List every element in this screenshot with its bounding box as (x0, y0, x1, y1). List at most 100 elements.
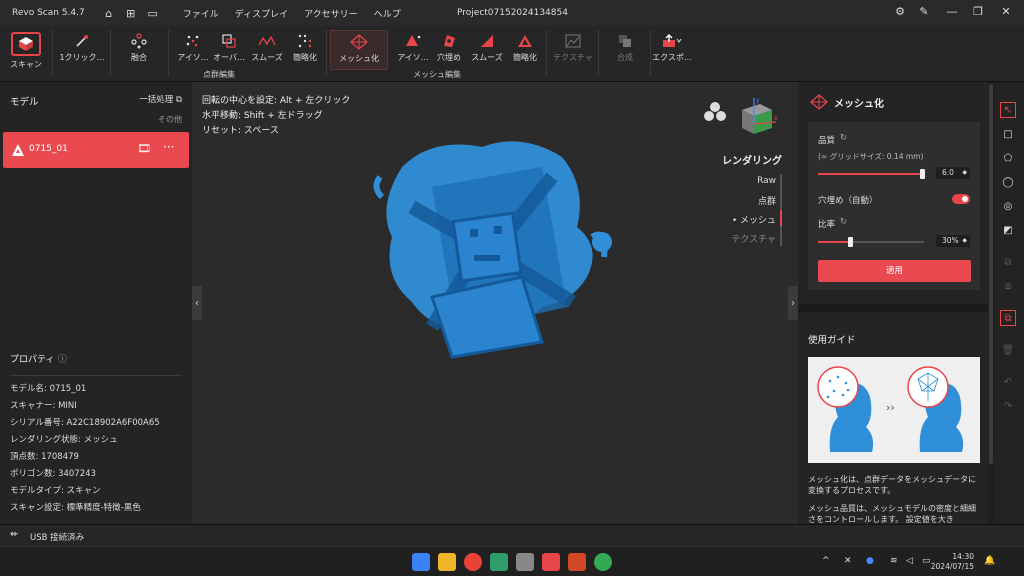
notification-icon[interactable]: 🔔 (984, 556, 995, 566)
edit-tool-strip: ↖ □ ⬠ ◯ ◎ ◩ ⧉ ⧈ ⧉ 🗑 ↶ ↷ (994, 82, 1024, 524)
mesh-panel-title: メッシュ化 (834, 99, 884, 110)
main-toolbar: スキャン 1クリック… 融合 アイソ… オーバ… スムーズ 簡略化 点群編集 メ… (0, 26, 1024, 82)
properties-title: プロパティ (10, 355, 55, 365)
revo-scan-taskbar-icon[interactable] (542, 553, 560, 571)
delete-icon[interactable]: 🗑 (1000, 342, 1016, 358)
home-icon[interactable]: ⌂ (101, 5, 117, 21)
ratio-input[interactable]: 30% ◆ (936, 235, 970, 247)
undo-icon[interactable]: ↶ (1000, 374, 1016, 390)
scan-label: スキャン (10, 60, 42, 69)
minimize-button[interactable]: — (942, 5, 962, 21)
3d-viewport[interactable]: 回転の中心を設定: Alt + 左クリック 水平移動: Shift + 左ドラッ… (192, 82, 798, 524)
tray-x-icon[interactable]: ✕ (844, 556, 852, 566)
other-label: その他 (158, 115, 182, 124)
fill-holes-icon (437, 30, 461, 52)
redo-icon[interactable]: ↷ (1000, 398, 1016, 414)
hole-fill-toggle[interactable] (952, 194, 970, 204)
volume-icon[interactable]: ◁ (906, 556, 913, 566)
copy-icon[interactable]: ⧉ (1000, 254, 1016, 270)
render-pointcloud[interactable]: 点群 (758, 194, 776, 207)
usb-icon: ⇷ (10, 529, 19, 540)
batch-icon: ⧉ (175, 95, 182, 105)
wifi-icon[interactable]: ≋ (890, 556, 898, 566)
menu-accessory[interactable]: アクセサリー (304, 7, 358, 20)
prop-render-state: レンダリング状態: メッシュ (10, 435, 118, 445)
render-title: レンダリング (722, 156, 782, 167)
view-cube-icon[interactable]: y x (732, 94, 780, 142)
apply-button[interactable]: 適用 (818, 260, 971, 282)
render-mesh[interactable]: • メッシュ (732, 213, 776, 226)
new-project-icon[interactable]: ⊞ (123, 5, 139, 21)
texture-button[interactable]: テクスチャ (550, 30, 596, 70)
model-panel-title: モデル (10, 97, 39, 108)
hole-fill-label: 穴埋め（自動） (818, 196, 878, 206)
close-button[interactable]: ✕ (996, 5, 1016, 21)
quality-input[interactable]: 6.0 ◆ (936, 167, 970, 179)
quality-value: 6.0 (942, 168, 954, 177)
mesh-simplify-button[interactable]: 簡略化 (502, 30, 548, 70)
merge-label: 合成 (617, 53, 633, 62)
select-cursor-icon[interactable]: ↖ (1000, 102, 1016, 118)
battery-icon[interactable]: ▭ (922, 556, 931, 566)
render-raw[interactable]: Raw (757, 176, 776, 186)
ratio-slider[interactable] (818, 237, 924, 247)
guide-text-1: メッシュ化は、点群データをメッシュデータに変換するプロセスです。 (808, 475, 976, 495)
export-button[interactable]: エクスポ… (652, 30, 692, 70)
left-collapse-button[interactable]: ‹ (192, 286, 202, 320)
pc-smooth-label: スムーズ (251, 53, 283, 62)
merge-button[interactable]: 合成 (602, 30, 648, 70)
quality-slider[interactable] (818, 169, 925, 179)
polygon-select-icon[interactable]: ⬠ (1000, 150, 1016, 166)
maximize-button[interactable]: ❐ (968, 5, 988, 21)
texture-label: テクスチャ (553, 53, 593, 62)
mesh-simplify-icon (513, 30, 537, 52)
menu-help[interactable]: ヘルプ (374, 7, 401, 20)
menu-display[interactable]: ディスプレイ (235, 7, 288, 20)
file-explorer-icon[interactable] (438, 553, 456, 571)
tray-chevron-icon[interactable]: ^ (822, 556, 830, 566)
start-icon[interactable] (412, 553, 430, 571)
one-click-label: 1クリック… (59, 53, 105, 62)
render-texture[interactable]: テクスチャ (731, 232, 776, 245)
menu-file[interactable]: ファイル (183, 7, 219, 20)
svg-text:x: x (774, 115, 778, 122)
model-frames-icon[interactable]: 🎞 (137, 142, 151, 155)
display-mode-icon[interactable] (700, 100, 730, 124)
brush-select-icon[interactable]: ◎ (1000, 198, 1016, 214)
rect-select-icon[interactable]: □ (1000, 126, 1016, 142)
notes-icon[interactable]: ✎ (914, 5, 934, 21)
prop-scan-settings: スキャン設定: 標準精度-特徴-黒色 (10, 503, 141, 513)
ratio-reset-icon[interactable]: ↻ (840, 217, 847, 227)
model-more-icon[interactable]: ··· (163, 140, 174, 154)
windows-taskbar: ^ ✕ ● ≋ ◁ ▭ 14:30 2024/07/15 🔔 (0, 546, 1024, 576)
smooth-icon (255, 30, 279, 52)
chrome-icon[interactable] (464, 553, 482, 571)
right-collapse-button[interactable]: › (788, 286, 798, 320)
open-folder-icon[interactable]: ▭ (145, 5, 161, 21)
info-icon[interactable]: ⓘ (58, 352, 67, 365)
lasso-select-icon[interactable]: ◯ (1000, 174, 1016, 190)
mesh-panel-icon (810, 94, 828, 110)
guide-illustration: ›› (808, 357, 980, 463)
app-icon-green[interactable] (490, 553, 508, 571)
mesh-smooth-icon (475, 30, 499, 52)
app-icon-gray[interactable] (516, 553, 534, 571)
clock[interactable]: 14:30 2024/07/15 (931, 552, 974, 572)
invert-select-icon[interactable]: ◩ (1000, 222, 1016, 238)
quality-label: 品質 (818, 136, 836, 146)
crop-icon[interactable]: ⧉ (1000, 310, 1016, 326)
settings-icon[interactable]: ⚙ (890, 5, 910, 21)
pc-simplify-button[interactable]: 簡略化 (282, 30, 328, 70)
one-click-button[interactable]: 1クリック… (58, 30, 106, 70)
quality-reset-icon[interactable]: ↻ (840, 133, 847, 143)
fuse-button[interactable]: 融合 (116, 30, 162, 70)
mesh-button[interactable]: メッシュ化 (330, 30, 388, 70)
paste-icon[interactable]: ⧈ (1000, 278, 1016, 294)
scanned-model[interactable] (372, 127, 612, 367)
tray-app-icon[interactable]: ● (866, 556, 874, 566)
powerpoint-icon[interactable] (568, 553, 586, 571)
model-row[interactable]: 0715_01 🎞 ··· (3, 132, 189, 168)
chrome-icon-2[interactable] (594, 553, 612, 571)
scan-button[interactable]: スキャン (4, 30, 48, 70)
batch-process-button[interactable]: 一括処理 ⧉ (139, 93, 182, 105)
